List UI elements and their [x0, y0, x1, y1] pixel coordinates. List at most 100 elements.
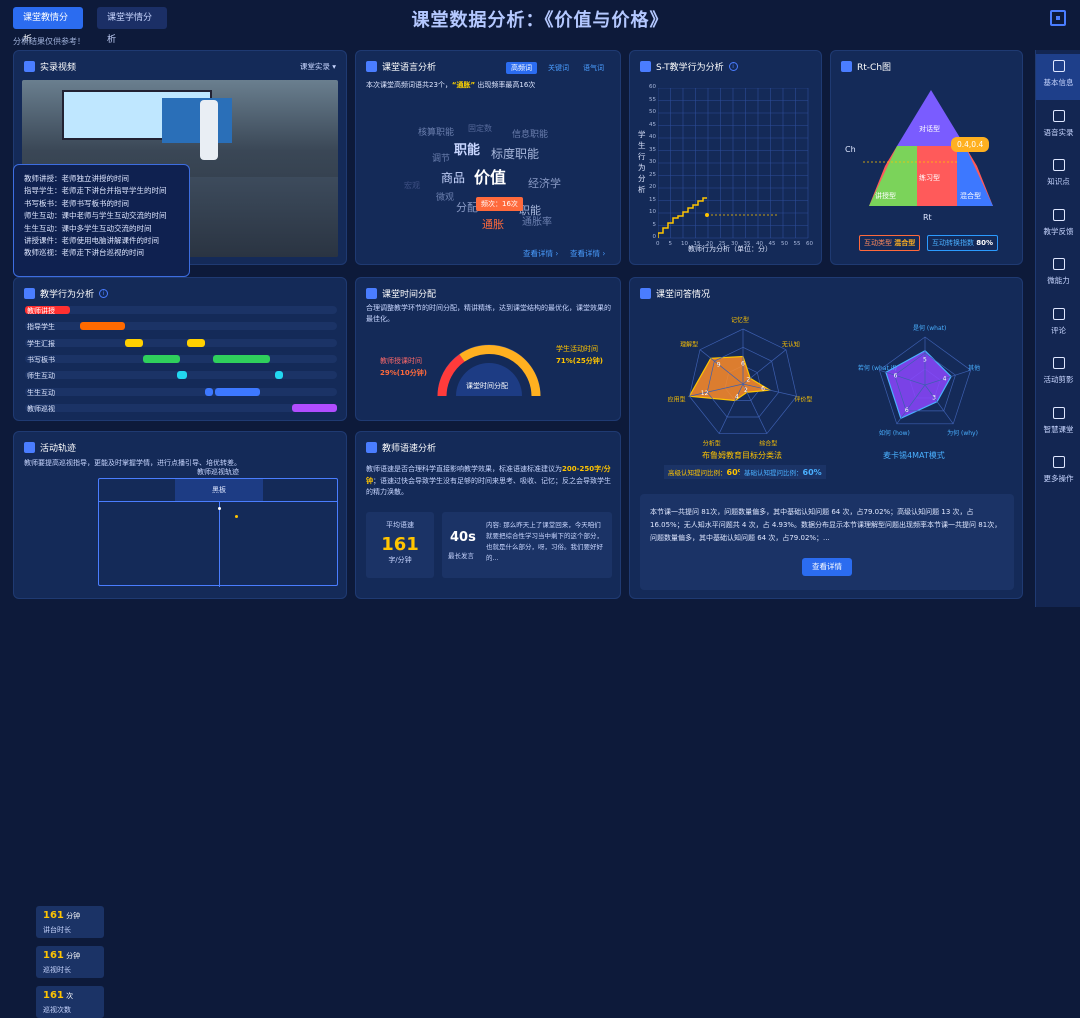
behavior-row-label: 学生汇报 — [27, 339, 55, 348]
tab-modal-words[interactable]: 语气词 — [578, 62, 609, 74]
4mat-radar-grid: 是何 (what)5其他4为何 (why)3如何 (how)6若何 (what … — [858, 324, 980, 437]
behavior-card: 教学行为分析 i — [13, 277, 347, 421]
behavior-row: 书写板书 — [25, 354, 337, 364]
behavior-segment[interactable] — [275, 371, 283, 380]
st-y-tick: 60 — [649, 84, 656, 90]
student-time-label: 学生活动时间 — [556, 345, 598, 353]
badge-label: 互动转换指数 — [932, 239, 974, 247]
chevron-down-icon: ▾ — [332, 62, 336, 71]
radar-value-label: 9 — [717, 362, 721, 369]
info-icon[interactable]: i — [728, 62, 738, 71]
tab-high-frequency[interactable]: 高频词 — [506, 62, 537, 74]
qa-details-button[interactable]: 查看详情 — [802, 558, 852, 576]
sidebar-item-label: 知识点 — [1047, 177, 1070, 186]
cloud-word: 价值 — [474, 168, 507, 187]
legend-line: 书写板书：老师书写板书的时间 — [24, 198, 129, 208]
behavior-segment[interactable] — [205, 387, 213, 396]
fullscreen-icon[interactable] — [1050, 10, 1066, 26]
stat-label: 讲台时长 — [43, 926, 71, 934]
longest-speech-box: 40s 最长发言 内容: 那么昨天上了课堂回来，今天咱们就要把综合性学习当中剩下… — [442, 512, 612, 578]
st-x-tick: 5 — [668, 241, 673, 247]
behavior-segment[interactable] — [213, 354, 270, 363]
track-hline — [99, 501, 337, 502]
track-card-header: 活动轨迹 — [24, 441, 76, 454]
track-point — [218, 507, 221, 510]
view-details-link-2[interactable]: 查看详情 › — [570, 248, 605, 259]
behavior-segment[interactable] — [177, 371, 187, 380]
sidebar-item[interactable]: 微能力 — [1036, 252, 1080, 298]
track-stat: 161 次巡视次数 — [36, 986, 104, 1018]
st-title: S-T教学行为分析 — [656, 63, 724, 73]
sidebar-item[interactable]: 活动剪影 — [1036, 351, 1080, 397]
avg-speed-value: 161 — [381, 534, 419, 555]
behavior-segment[interactable] — [292, 403, 337, 412]
st-y-tick: 10 — [649, 209, 656, 215]
rtch-title: Rt-Ch图 — [857, 63, 892, 73]
sidebar-item[interactable]: 教学反馈 — [1036, 203, 1080, 249]
gauge-center-label: 课堂时间分配 — [466, 382, 508, 390]
info-card-icon — [1052, 60, 1065, 72]
interaction-type-badge: 互动类型 混合型 — [859, 235, 921, 251]
behavior-segment[interactable] — [215, 387, 260, 396]
conversion-index-badge: 互动转换指数 80% — [927, 235, 998, 251]
ch-axis-label: Ch — [845, 145, 856, 154]
cloud-word: 通胀 — [482, 218, 504, 231]
radar-value-label: 6 — [741, 360, 745, 367]
desc-text-end: ；语速过快会导致学生没有足够的时间来思考、吸收、记忆；反之会导致学生的精力涣散。 — [366, 476, 611, 497]
info-icon[interactable]: i — [99, 289, 109, 298]
legend-line: 讲授课件：老师使用电脑讲解课件的时间 — [24, 236, 159, 246]
st-y-axis-label: 学生行为分析 — [638, 130, 646, 194]
st-x-tick: 10 — [681, 241, 688, 247]
knowledge-icon — [1052, 159, 1065, 171]
video-icon — [24, 61, 35, 72]
sidebar-item[interactable]: 知识点 — [1036, 153, 1080, 199]
behavior-segment[interactable] — [143, 354, 180, 363]
track-vline — [219, 501, 220, 587]
behavior-track — [25, 387, 337, 396]
speed-title: 教师语速分析 — [382, 444, 437, 454]
sidebar-item-label: 教学反馈 — [1043, 226, 1074, 236]
legend-line: 生生互动：课中多学生互动交流的时间 — [24, 223, 152, 233]
cloud-word: 商品 — [441, 171, 466, 185]
behavior-legend-tooltip: 教师讲授：老师独立讲授的时间 指导学生：老师走下讲台并指导学生的时间 书写板书：… — [13, 164, 190, 277]
behavior-row: 学生汇报 — [25, 338, 337, 348]
time-card-header: 课堂时间分配 — [366, 287, 436, 300]
radar-value-label: 12 — [701, 390, 709, 397]
st-x-tick: 60 — [806, 241, 813, 247]
rtch-card-header: Rt-Ch图 — [841, 60, 891, 73]
bloom-radar-grid: 记忆型 6 无认知 2 评价型 6 综合型 2 分析型 4 应用型 12 理解型 9 — [668, 316, 813, 448]
speed-card-header: 教师语速分析 — [366, 441, 436, 454]
sidebar-item[interactable]: 智慧课堂 — [1036, 401, 1080, 447]
radar-axis-label: 评价型 — [794, 395, 812, 403]
sidebar-item[interactable]: 更多操作 — [1036, 450, 1080, 496]
stat-unit: 分钟 — [63, 912, 81, 920]
voice-record-icon — [1052, 109, 1065, 122]
legend-line: 师生互动：课中老师与学生互动交流的时间 — [24, 211, 167, 221]
behavior-card-header: 教学行为分析 i — [24, 287, 109, 300]
behavior-segment[interactable] — [80, 322, 125, 331]
projector-screen — [162, 98, 232, 143]
chart-icon — [640, 61, 651, 72]
tab-keywords[interactable]: 关键词 — [543, 62, 574, 74]
sidebar-item[interactable]: 语音实录 — [1036, 104, 1080, 150]
radar-value-label: 2 — [744, 387, 748, 394]
stat-value: 161 次 — [43, 990, 74, 1001]
track-map-title: 教师巡视轨迹 — [197, 468, 239, 476]
language-card-header: 课堂语言分析 — [366, 60, 436, 73]
behavior-segment[interactable] — [125, 338, 143, 347]
sidebar-item-label: 语音实录 — [1043, 127, 1074, 137]
radar-axis-label: 为何 (why) — [947, 429, 978, 437]
st-y-tick: 20 — [649, 184, 656, 190]
radar-axis-label: 应用型 — [668, 395, 686, 403]
radar-value-label: 6 — [894, 372, 898, 379]
sidebar-item[interactable]: 评论 — [1036, 302, 1080, 348]
behavior-segment[interactable] — [187, 338, 205, 347]
radar-area — [885, 349, 952, 420]
longest-speech-value: 40s — [450, 530, 476, 545]
radar-axis-label: 无认知 — [782, 340, 800, 348]
st-y-tick: 55 — [649, 96, 656, 103]
view-details-link[interactable]: 查看详情 › — [523, 248, 558, 259]
video-source-dropdown[interactable]: 课堂实录 ▾ — [300, 61, 336, 72]
sidebar-item[interactable]: 基本信息 — [1036, 54, 1080, 100]
rtch-card: Rt-Ch图 Ch Rt 对话型 练习型 讲授型 混合型 0.4,0.4 互动类… — [830, 50, 1023, 265]
